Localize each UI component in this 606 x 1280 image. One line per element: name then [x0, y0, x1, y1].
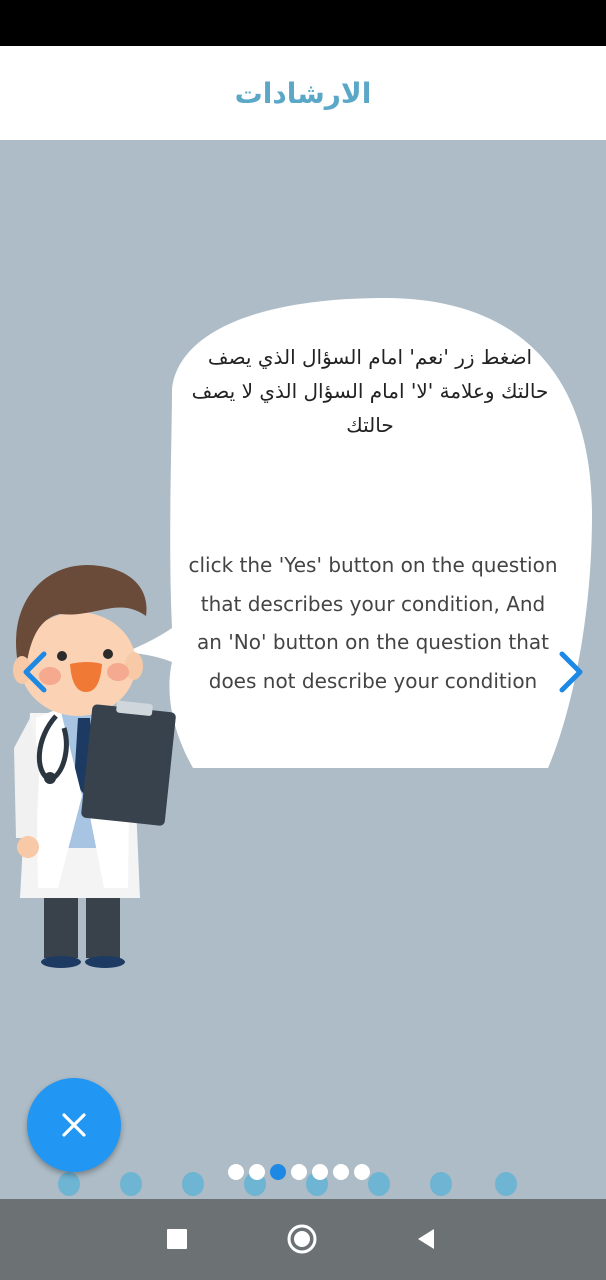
doctor-illustration	[13, 564, 176, 968]
page-indicator-dot	[249, 1164, 265, 1180]
page-indicator-dot-active	[270, 1164, 286, 1180]
page-title: الارشادات	[234, 76, 372, 110]
background-dot	[182, 1172, 204, 1196]
square-icon	[167, 1229, 187, 1249]
chevron-left-icon	[23, 651, 47, 693]
app-bar: الارشادات	[0, 46, 606, 140]
instruction-english: click the 'Yes' button on the question t…	[188, 553, 558, 693]
page-indicator-dot	[228, 1164, 244, 1180]
next-button[interactable]	[554, 650, 588, 694]
system-navigation-bar	[0, 1199, 606, 1280]
recents-button[interactable]	[159, 1221, 195, 1257]
close-icon	[62, 1113, 86, 1137]
background-dot	[495, 1172, 517, 1196]
home-button[interactable]	[284, 1221, 320, 1257]
page-indicator-dot	[291, 1164, 307, 1180]
back-button[interactable]	[408, 1221, 444, 1257]
chevron-right-icon	[559, 651, 583, 693]
page-indicator-dot	[312, 1164, 328, 1180]
background-dot	[368, 1172, 390, 1196]
close-button[interactable]	[27, 1078, 121, 1172]
previous-button[interactable]	[18, 650, 52, 694]
instruction-arabic: اضغط زر 'نعم' امام السؤال الذي يصف حالتك…	[191, 345, 549, 437]
page-indicator-dot	[354, 1164, 370, 1180]
status-bar	[0, 0, 606, 46]
instruction-slide: اضغط زر 'نعم' امام السؤال الذي يصف حالتك…	[0, 140, 606, 1199]
triangle-back-icon	[418, 1229, 434, 1249]
page-indicator-dot	[333, 1164, 349, 1180]
background-dot	[120, 1172, 142, 1196]
page-indicator	[228, 1164, 370, 1182]
background-dot	[430, 1172, 452, 1196]
background-dot	[58, 1172, 80, 1196]
circle-icon	[287, 1224, 317, 1254]
